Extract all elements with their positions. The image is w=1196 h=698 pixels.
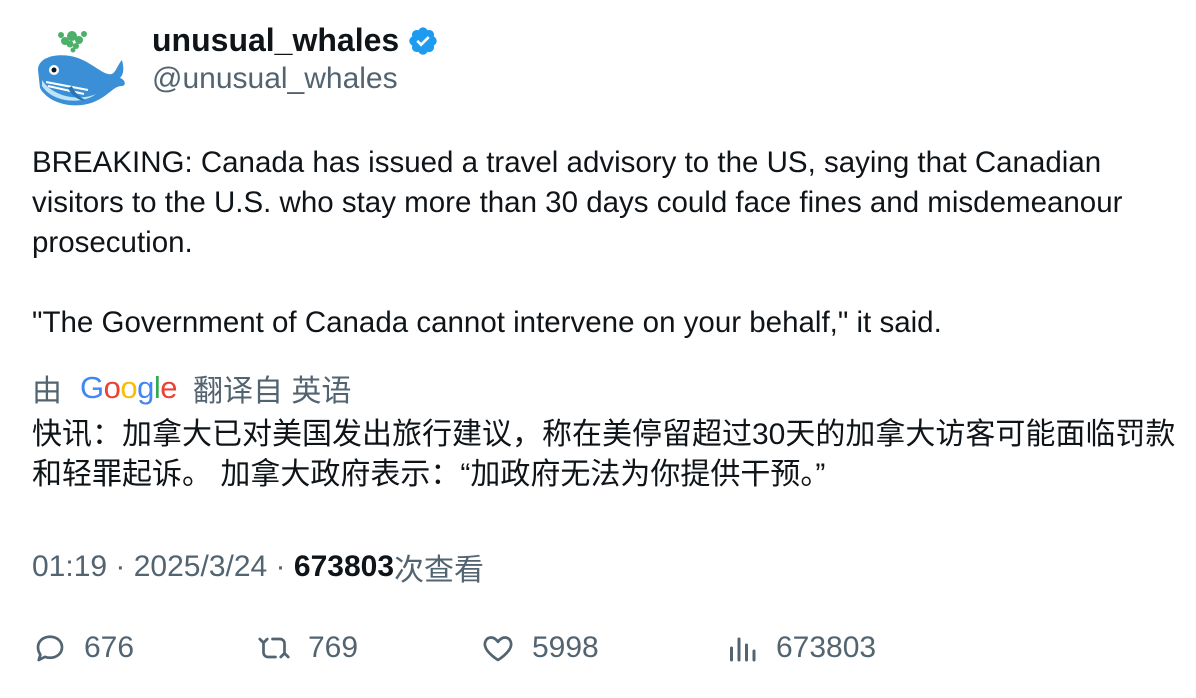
avatar[interactable] (32, 24, 128, 120)
action-bar: 676 769 5998 673803 (32, 630, 1162, 674)
verified-badge-icon[interactable] (407, 25, 439, 57)
views-button[interactable]: 673803 (724, 630, 876, 666)
tweet-paragraph: "The Government of Canada cannot interve… (32, 306, 942, 339)
views-count: 673803 (293, 550, 394, 583)
translation-prefix: 由 (32, 375, 62, 408)
meta-separator: · (107, 550, 134, 583)
reply-icon (36, 635, 64, 662)
views-label: 次查看 (394, 554, 484, 587)
tweet-date[interactable]: 2025/3/24 (134, 550, 267, 584)
tweet-meta: 01:19 · 2025/3/24 · 673803 次查看 (32, 545, 484, 589)
reply-count: 676 (84, 631, 135, 664)
like-count: 5998 (532, 631, 599, 664)
google-logo: Google (80, 370, 178, 405)
tweet-text: BREAKING: Canada has issued a travel adv… (32, 143, 1172, 343)
retweet-count: 769 (308, 631, 359, 664)
analytics-icon (730, 637, 756, 662)
retweet-button[interactable]: 769 (256, 630, 358, 666)
like-button[interactable]: 5998 (480, 630, 599, 666)
tweet-paragraph: BREAKING: Canada has issued a travel adv… (32, 146, 1123, 259)
translated-text: 快讯：加拿大已对美国发出旅行建议，称在美停留超过30天的加拿大访客可能面临罚款和… (32, 418, 1176, 491)
translation-suffix: 翻译自 英语 (193, 375, 352, 408)
meta-separator: · (267, 550, 294, 583)
retweet-icon (258, 637, 290, 659)
whale-avatar-icon (38, 31, 125, 106)
tweet-time[interactable]: 01:19 (32, 550, 107, 584)
heart-icon (483, 636, 513, 662)
views-action-count: 673803 (776, 631, 877, 664)
author-display-name[interactable]: unusual_whales (152, 22, 399, 59)
author-name-row[interactable]: unusual_whales (152, 22, 439, 59)
author-handle[interactable]: @unusual_whales (152, 62, 398, 96)
translation-attribution: 由 Google 翻译自 英语 (32, 366, 351, 410)
reply-button[interactable]: 676 (32, 630, 134, 666)
